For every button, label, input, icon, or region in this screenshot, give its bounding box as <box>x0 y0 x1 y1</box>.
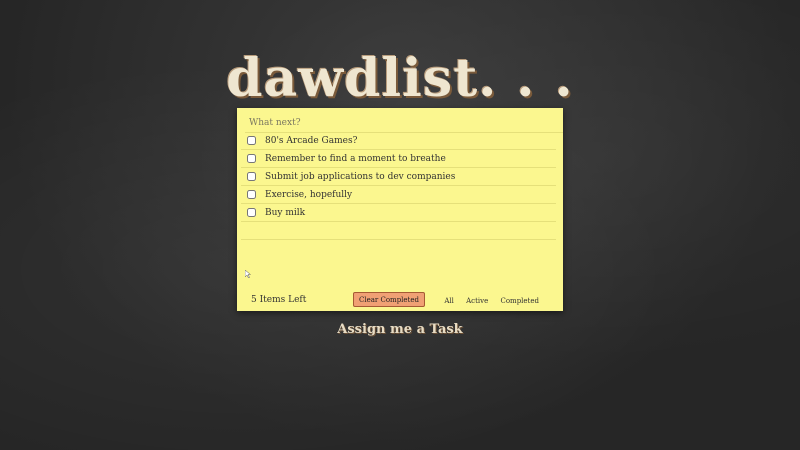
task-checkbox[interactable] <box>247 172 256 181</box>
task-label[interactable]: Submit job applications to dev companies <box>265 172 455 182</box>
empty-row <box>241 222 556 240</box>
task-checkbox[interactable] <box>247 136 256 145</box>
todo-note: 80's Arcade Games? Remember to find a mo… <box>237 108 563 311</box>
task-label[interactable]: 80's Arcade Games? <box>265 136 357 146</box>
clear-completed-button[interactable]: Clear Completed <box>353 292 425 307</box>
task-item: Exercise, hopefully <box>241 186 556 204</box>
new-task-input[interactable] <box>245 114 563 133</box>
task-list: 80's Arcade Games? Remember to find a mo… <box>241 132 556 240</box>
filter-group: All Active Completed <box>434 297 539 305</box>
filter-active[interactable]: Active <box>466 297 488 305</box>
task-item: Submit job applications to dev companies <box>241 168 556 186</box>
task-label[interactable]: Buy milk <box>265 208 305 218</box>
filter-all[interactable]: All <box>444 297 454 305</box>
task-checkbox[interactable] <box>247 208 256 217</box>
items-left-count: 5 <box>251 295 257 305</box>
task-item: Buy milk <box>241 204 556 222</box>
task-label[interactable]: Exercise, hopefully <box>265 190 352 200</box>
task-checkbox[interactable] <box>247 190 256 199</box>
task-item: 80's Arcade Games? <box>241 132 556 150</box>
todo-footer: 5 Items Left Clear Completed All Active … <box>237 291 563 311</box>
task-item: Remember to find a moment to breathe <box>241 150 556 168</box>
items-left-counter: 5 Items Left <box>251 295 306 305</box>
items-left-label: Items Left <box>259 295 307 305</box>
task-label[interactable]: Remember to find a moment to breathe <box>265 154 446 164</box>
filter-completed[interactable]: Completed <box>500 297 539 305</box>
subtitle: Assign me a Task <box>337 322 463 337</box>
app-title: dawdlist. . . <box>226 48 574 109</box>
mouse-cursor-icon <box>245 270 251 278</box>
task-checkbox[interactable] <box>247 154 256 163</box>
